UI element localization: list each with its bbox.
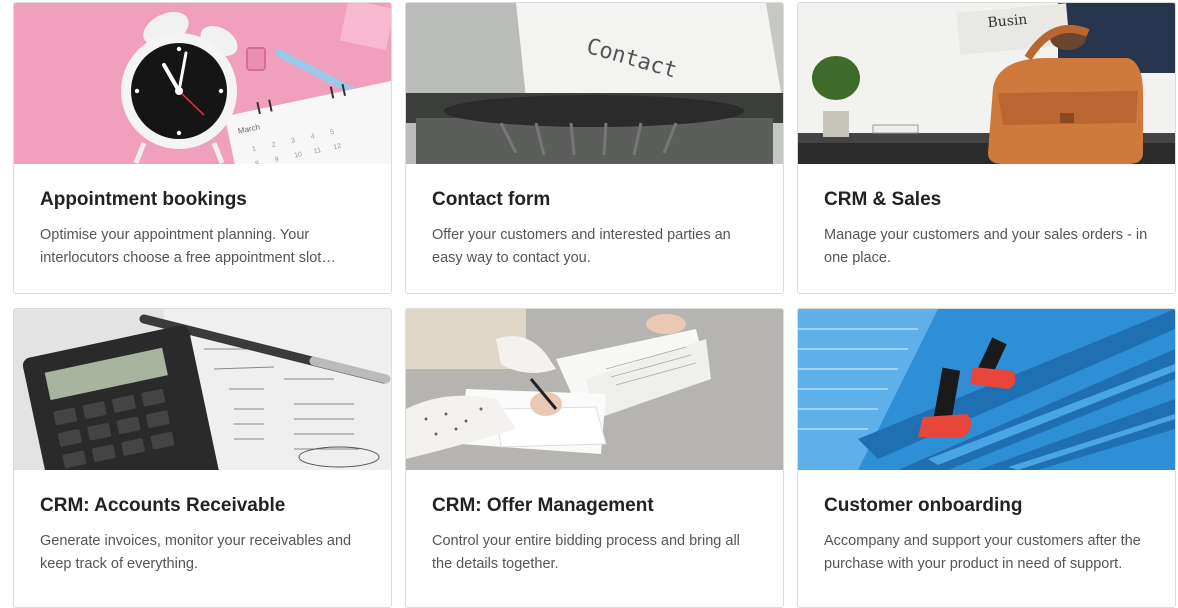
integration-card-grid: March 12345 89101112 [13, 2, 1177, 608]
card-crm-offer-management[interactable]: CRM: Offer Management Control your entir… [405, 308, 784, 608]
signing-documents-image [406, 309, 783, 470]
calculator-pen-image [14, 309, 391, 470]
leather-bag-newspaper-image: Busin [798, 3, 1175, 164]
card-title: Customer onboarding [824, 495, 1023, 516]
blue-stairs-red-shoes-image [798, 309, 1175, 470]
card-description: Offer your customers and interested part… [432, 227, 731, 266]
typewriter-image: Contact [406, 3, 783, 164]
card-title: Contact form [432, 189, 551, 210]
card-description: Manage your customers and your sales ord… [824, 227, 1148, 266]
card-title: CRM: Offer Management [432, 495, 654, 516]
card-appointment-bookings[interactable]: March 12345 89101112 [13, 2, 392, 294]
card-title: CRM: Accounts Receivable [40, 495, 286, 516]
card-description: Optimise your appointment planning. Your… [40, 227, 322, 266]
card-crm-accounts-receivable[interactable]: CRM: Accounts Receivable Generate invoic… [13, 308, 392, 608]
card-customer-onboarding[interactable]: Customer onboarding Accompany and suppor… [797, 308, 1176, 608]
card-title: CRM & Sales [824, 189, 942, 210]
card-description: Accompany and support your customers aft… [824, 533, 1141, 572]
card-description: Generate invoices, monitor your receivab… [40, 533, 352, 572]
alarm-clock-calendar-image: March 12345 89101112 [14, 3, 391, 164]
card-contact-form[interactable]: Contact Contact form Offer your customer… [405, 2, 784, 294]
card-crm-sales[interactable]: Busin CRM & Sales Manage your customers … [797, 2, 1176, 294]
card-description: Control your entire bidding process and … [432, 533, 740, 572]
card-title: Appointment bookings [40, 189, 247, 210]
svg-text:11: 11 [313, 147, 322, 155]
